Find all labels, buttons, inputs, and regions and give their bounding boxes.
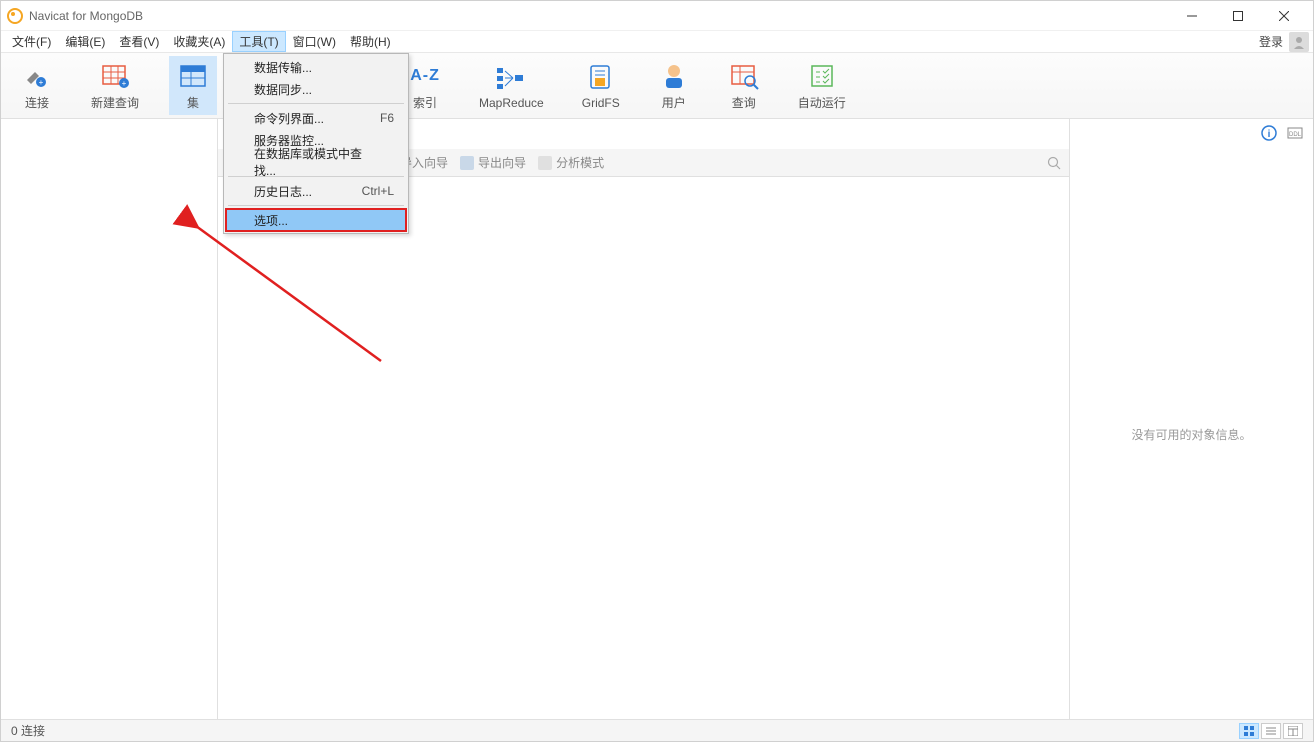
- svg-text:i: i: [1268, 129, 1271, 140]
- user-label: 用户: [662, 94, 686, 111]
- svg-text:+: +: [122, 79, 127, 88]
- analysis-mode-button[interactable]: 分析模式: [538, 154, 604, 171]
- menu-history-log[interactable]: 历史日志...Ctrl+L: [226, 180, 406, 202]
- chart-icon: [538, 156, 552, 170]
- menu-find-in-db[interactable]: 在数据库或模式中查找...: [226, 151, 406, 173]
- window-title: Navicat for MongoDB: [29, 9, 1169, 23]
- autorun-label: 自动运行: [798, 94, 846, 111]
- index-label: 索引: [413, 94, 437, 111]
- login-link[interactable]: 登录: [1259, 33, 1283, 50]
- new-query-button[interactable]: + 新建查询: [83, 56, 147, 115]
- view-list-button[interactable]: [1261, 723, 1281, 739]
- titlebar: Navicat for MongoDB: [1, 1, 1313, 31]
- autorun-icon: [806, 60, 838, 92]
- export-wizard-button[interactable]: 导出向导: [460, 154, 526, 171]
- query-icon: [728, 60, 760, 92]
- right-empty-message: 没有可用的对象信息。: [1070, 147, 1313, 721]
- mapreduce-button[interactable]: MapReduce: [471, 58, 552, 114]
- user-button[interactable]: 用户: [650, 56, 698, 115]
- menu-edit[interactable]: 编辑(E): [58, 31, 112, 52]
- table-new-icon: +: [99, 60, 131, 92]
- menu-view[interactable]: 查看(V): [112, 31, 166, 52]
- view-grid-button[interactable]: [1239, 723, 1259, 739]
- query-label: 查询: [732, 94, 756, 111]
- table-icon: [177, 60, 209, 92]
- collection-label: 集: [187, 94, 199, 111]
- ddl-icon[interactable]: DDL: [1287, 125, 1303, 141]
- new-query-label: 新建查询: [91, 94, 139, 111]
- menu-data-transfer[interactable]: 数据传输...: [226, 56, 406, 78]
- main-area: 新建集合 删除集合 导入向导 导出向导 分析模式 i DDL 没有可用的对象信息…: [1, 119, 1313, 721]
- menu-file[interactable]: 文件(F): [5, 31, 58, 52]
- avatar-icon[interactable]: [1289, 32, 1309, 52]
- gridfs-button[interactable]: GridFS: [574, 58, 628, 114]
- az-icon: A-Z: [410, 60, 440, 92]
- close-button[interactable]: [1261, 1, 1307, 31]
- view-detail-button[interactable]: [1283, 723, 1303, 739]
- toolbar: + 连接 + 新建查询 集 A-Z 索引 MapReduce GridFS: [1, 53, 1313, 119]
- autorun-button[interactable]: 自动运行: [790, 56, 854, 115]
- statusbar: 0 连接: [1, 719, 1313, 741]
- user-icon: [658, 60, 690, 92]
- menu-options[interactable]: 选项...: [225, 208, 407, 232]
- mapreduce-icon: [495, 62, 527, 94]
- gridfs-label: GridFS: [582, 96, 620, 110]
- maximize-button[interactable]: [1215, 1, 1261, 31]
- info-icon[interactable]: i: [1261, 125, 1277, 141]
- plug-icon: +: [21, 60, 53, 92]
- search-icon[interactable]: [1047, 156, 1061, 170]
- svg-text:+: +: [39, 78, 44, 87]
- mapreduce-label: MapReduce: [479, 96, 544, 110]
- query-button[interactable]: 查询: [720, 56, 768, 115]
- menu-help[interactable]: 帮助(H): [343, 31, 398, 52]
- minimize-button[interactable]: [1169, 1, 1215, 31]
- left-sidebar: [1, 119, 218, 721]
- menu-favorites[interactable]: 收藏夹(A): [166, 31, 232, 52]
- menu-cmd-line[interactable]: 命令列界面...F6: [226, 107, 406, 129]
- connect-button[interactable]: + 连接: [13, 56, 61, 115]
- connect-label: 连接: [25, 94, 49, 111]
- app-logo-icon: [7, 8, 23, 24]
- menu-window[interactable]: 窗口(W): [286, 31, 343, 52]
- gridfs-icon: [585, 62, 617, 94]
- collection-button[interactable]: 集: [169, 56, 217, 115]
- export-icon: [460, 156, 474, 170]
- connection-count: 0 连接: [11, 722, 45, 739]
- svg-text:DDL: DDL: [1289, 132, 1302, 138]
- menubar: 文件(F) 编辑(E) 查看(V) 收藏夹(A) 工具(T) 窗口(W) 帮助(…: [1, 31, 1313, 53]
- menu-data-sync[interactable]: 数据同步...: [226, 78, 406, 100]
- tools-dropdown: 数据传输... 数据同步... 命令列界面...F6 服务器监控... 在数据库…: [223, 53, 409, 234]
- right-sidebar: i DDL 没有可用的对象信息。: [1069, 119, 1313, 721]
- menu-tools[interactable]: 工具(T): [232, 31, 285, 52]
